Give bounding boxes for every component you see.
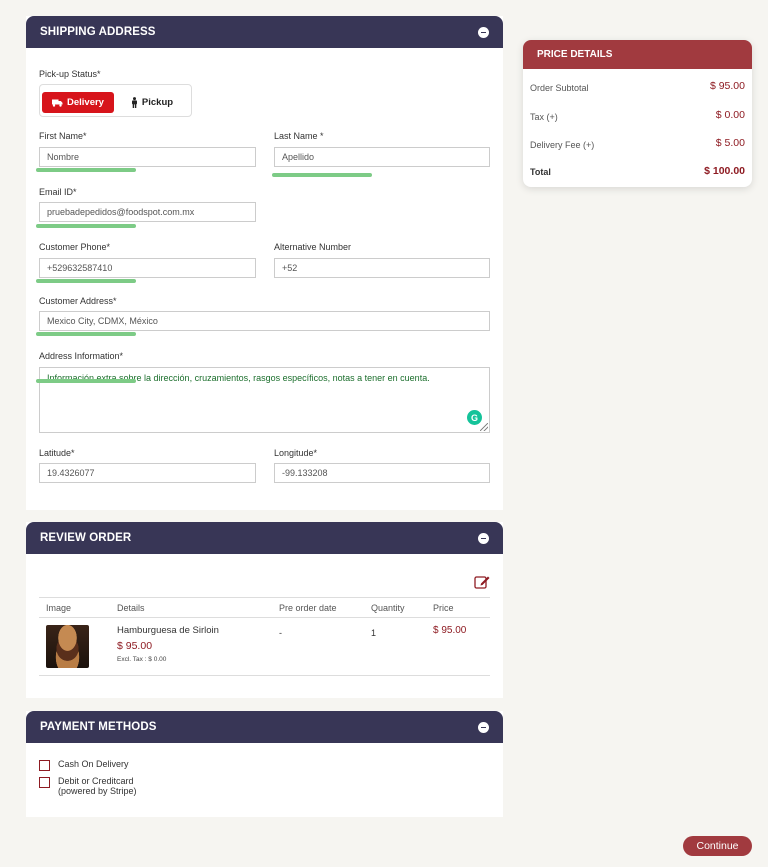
tax-row: Tax (+) $ 0.00 (530, 109, 745, 122)
tax-label: Tax (+) (530, 112, 558, 122)
total-value: $ 100.00 (704, 165, 745, 177)
payment-title: PAYMENT METHODS (40, 721, 157, 733)
payment-header[interactable]: PAYMENT METHODS (26, 711, 503, 743)
review-order-panel: REVIEW ORDER Image Details Pre order dat… (26, 522, 503, 698)
email-highlight (36, 224, 136, 228)
cash-checkbox[interactable] (39, 760, 50, 771)
longitude-label: Longitude* (274, 448, 318, 458)
pickup-label: Pickup (141, 97, 174, 108)
address-info-label: Address Information* (39, 351, 124, 361)
price-details-panel: PRICE DETAILS Order Subtotal $ 95.00 Tax… (523, 40, 752, 187)
item-quantity: 1 (364, 617, 426, 676)
total-row: Total $ 100.00 (530, 165, 745, 177)
truck-icon (52, 99, 63, 107)
collapse-icon[interactable] (478, 721, 489, 733)
subtotal-value: $ 95.00 (709, 80, 745, 92)
col-header: Image (39, 597, 110, 618)
item-tax-note: Excl. Tax : $ 0.00 (117, 656, 167, 663)
cash-label: Cash On Delivery (58, 759, 129, 769)
address-highlight (36, 332, 136, 336)
last-name-field[interactable]: Apellido (274, 147, 490, 167)
first-name-highlight (36, 168, 136, 172)
review-title: REVIEW ORDER (40, 532, 132, 544)
address-info-textarea[interactable]: Información extra sobre la dirección, cr… (39, 367, 490, 433)
col-header: Details (110, 597, 272, 618)
tax-value: $ 0.00 (715, 109, 745, 121)
longitude-field[interactable]: -99.133208 (274, 463, 490, 483)
alt-number-field[interactable]: +52 (274, 258, 490, 278)
payment-methods-panel: PAYMENT METHODS Cash On Delivery Debit o… (26, 711, 503, 817)
shipping-title: SHIPPING ADDRESS (40, 26, 156, 38)
card-label: Debit or Creditcard (58, 776, 134, 786)
delivery-fee-label: Delivery Fee (+) (530, 140, 595, 150)
subtotal-row: Order Subtotal $ 95.00 (530, 80, 745, 93)
card-checkbox[interactable] (39, 777, 50, 788)
pickup-status-toggle: Delivery Pickup (39, 84, 192, 117)
delivery-fee-row: Delivery Fee (+) $ 5.00 (530, 137, 745, 150)
first-name-field[interactable]: Nombre (39, 147, 256, 167)
delivery-button[interactable]: Delivery (42, 92, 114, 113)
item-price: $ 95.00 (117, 640, 153, 652)
last-name-label: Last Name * (274, 131, 324, 141)
resize-handle[interactable] (480, 423, 488, 431)
phone-label: Customer Phone* (39, 242, 111, 252)
first-name-label: First Name* (39, 131, 87, 141)
item-name: Hamburguesa de Sirloin (117, 625, 219, 636)
delivery-label: Delivery (67, 97, 104, 108)
email-label: Email ID* (39, 187, 77, 197)
payment-option-card[interactable]: Debit or Creditcard (powered by Stripe) (39, 776, 137, 796)
pickup-status-label: Pick-up Status* (39, 69, 101, 79)
address-field[interactable]: Mexico City, CDMX, México (39, 311, 490, 331)
collapse-icon[interactable] (478, 532, 489, 544)
last-name-highlight (272, 173, 372, 177)
alt-number-label: Alternative Number (274, 242, 352, 252)
continue-button[interactable]: Continue (683, 836, 752, 856)
collapse-icon[interactable] (478, 26, 489, 38)
delivery-fee-value: $ 5.00 (715, 137, 745, 149)
review-header[interactable]: REVIEW ORDER (26, 522, 503, 554)
address-label: Customer Address* (39, 296, 117, 306)
price-details-title: PRICE DETAILS (523, 40, 752, 69)
phone-field[interactable]: +529632587410 (39, 258, 256, 278)
card-sublabel: (powered by Stripe) (58, 786, 137, 796)
person-icon (131, 97, 137, 108)
col-header: Quantity (364, 597, 426, 618)
email-field[interactable]: pruebadepedidos@foodspot.com.mx (39, 202, 256, 222)
edit-icon[interactable] (474, 574, 491, 589)
latitude-field[interactable]: 19.4326077 (39, 463, 256, 483)
col-header: Price (426, 597, 490, 618)
item-line-price: $ 95.00 (426, 617, 490, 676)
pickup-button[interactable]: Pickup (122, 92, 182, 113)
phone-highlight (36, 279, 136, 283)
address-info-highlight (36, 379, 136, 383)
subtotal-label: Order Subtotal (530, 83, 589, 93)
table-row: Hamburguesa de Sirloin $ 95.00 Excl. Tax… (39, 617, 490, 676)
item-pre-order-date: - (272, 617, 364, 676)
total-label: Total (530, 167, 551, 177)
latitude-label: Latitude* (39, 448, 75, 458)
payment-option-cash[interactable]: Cash On Delivery (39, 759, 129, 771)
shipping-address-panel: SHIPPING ADDRESS Pick-up Status* Deliver… (26, 16, 503, 510)
order-table: Image Details Pre order date Quantity Pr… (39, 597, 490, 676)
shipping-header[interactable]: SHIPPING ADDRESS (26, 16, 503, 48)
product-image (46, 625, 89, 668)
col-header: Pre order date (272, 597, 364, 618)
